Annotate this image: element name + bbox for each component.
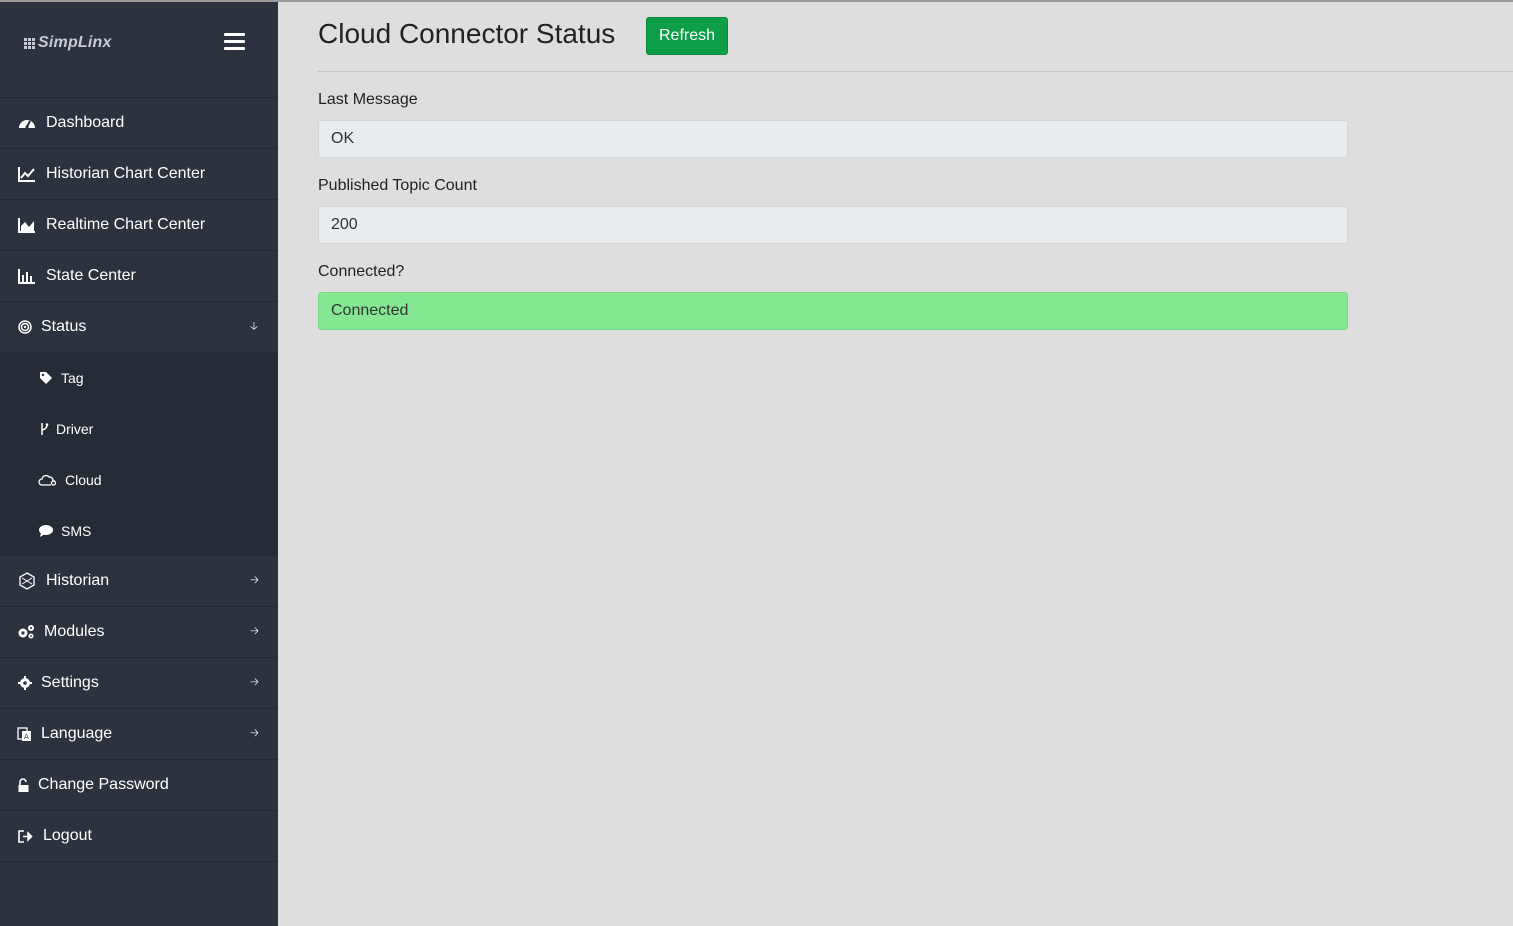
sidebar-item-modules[interactable]: Modules 🡢 xyxy=(0,607,278,658)
historian-icon xyxy=(17,571,37,591)
arrow-right-icon: 🡢 xyxy=(250,574,259,587)
menu-toggle-icon[interactable] xyxy=(224,33,245,50)
logo-grid-icon xyxy=(24,37,35,49)
status-submenu: Tag Driver Cloud SMS xyxy=(0,352,278,556)
sidebar-nav-lower: Historian 🡢 Modules 🡢 Settings 🡢 A Langu… xyxy=(0,556,278,862)
main-content: Cloud Connector Status Refresh Last Mess… xyxy=(278,2,1513,926)
sidebar-item-label: Dashboard xyxy=(46,114,125,131)
sidebar-item-label: Language xyxy=(41,725,113,742)
line-chart-icon xyxy=(17,164,37,184)
sidebar-item-label: Logout xyxy=(43,827,92,844)
sidebar: SimpLinx Dashboard Historian Chart Cente… xyxy=(0,2,278,926)
connected-label: Connected? xyxy=(318,263,405,280)
sidebar-brand: SimpLinx xyxy=(0,2,278,98)
sidebar-item-label: Change Password xyxy=(38,776,169,793)
cloud-icon xyxy=(37,471,59,489)
arrow-right-icon: 🡢 xyxy=(250,676,259,689)
sidebar-item-label: Historian Chart Center xyxy=(46,165,206,182)
sidebar-item-language[interactable]: A Language 🡢 xyxy=(0,709,278,760)
connected-status-field: Connected xyxy=(318,292,1348,330)
submenu-item-driver[interactable]: Driver xyxy=(0,403,278,454)
published-topic-count-field: 200 xyxy=(318,206,1348,244)
sidebar-item-dashboard[interactable]: Dashboard xyxy=(0,98,278,149)
sidebar-item-label: Settings xyxy=(41,674,99,691)
refresh-button[interactable]: Refresh xyxy=(646,17,728,55)
language-icon: A xyxy=(17,724,32,744)
submenu-item-cloud[interactable]: Cloud xyxy=(0,454,278,505)
arrow-down-icon: 🡣 xyxy=(250,320,258,333)
tag-icon xyxy=(37,369,55,387)
sidebar-nav: Dashboard Historian Chart Center Realtim… xyxy=(0,98,278,352)
sidebar-item-realtime-chart-center[interactable]: Realtime Chart Center xyxy=(0,200,278,251)
branch-icon xyxy=(37,420,50,438)
sidebar-item-label: Historian xyxy=(46,572,110,589)
chat-icon xyxy=(37,522,55,540)
sidebar-item-label: Modules xyxy=(44,623,105,640)
unlock-icon xyxy=(17,775,29,795)
status-icon xyxy=(17,317,32,337)
area-chart-icon xyxy=(17,215,37,235)
svg-text:A: A xyxy=(24,733,29,741)
sidebar-item-label: Realtime Chart Center xyxy=(46,216,206,233)
last-message-field: OK xyxy=(318,120,1348,158)
sidebar-item-change-password[interactable]: Change Password xyxy=(0,760,278,811)
sidebar-item-state-center[interactable]: State Center xyxy=(0,251,278,302)
sidebar-item-historian-chart-center[interactable]: Historian Chart Center xyxy=(0,149,278,200)
sidebar-item-label: State Center xyxy=(46,267,136,284)
submenu-item-sms[interactable]: SMS xyxy=(0,505,278,556)
submenu-item-label: Tag xyxy=(61,369,84,386)
arrow-right-icon: 🡢 xyxy=(250,727,259,740)
bar-chart-icon xyxy=(17,266,37,286)
arrow-right-icon: 🡢 xyxy=(250,625,259,638)
submenu-item-label: SMS xyxy=(61,522,92,539)
sidebar-item-label: Status xyxy=(41,318,87,335)
logout-icon xyxy=(17,826,33,846)
published-topic-count-label: Published Topic Count xyxy=(318,177,477,194)
logo-text: SimpLinx xyxy=(38,34,112,51)
dashboard-icon xyxy=(17,113,37,133)
cogs-icon xyxy=(17,622,35,642)
submenu-item-label: Cloud xyxy=(65,471,102,488)
sidebar-item-settings[interactable]: Settings 🡢 xyxy=(0,658,278,709)
logo: SimpLinx xyxy=(24,34,112,52)
sidebar-item-historian[interactable]: Historian 🡢 xyxy=(0,556,278,607)
submenu-item-label: Driver xyxy=(56,420,94,437)
page-title: Cloud Connector Status xyxy=(318,18,616,49)
gear-icon xyxy=(17,673,32,693)
last-message-label: Last Message xyxy=(318,91,418,108)
title-divider xyxy=(318,71,1513,72)
submenu-item-tag[interactable]: Tag xyxy=(0,352,278,403)
sidebar-item-logout[interactable]: Logout xyxy=(0,811,278,862)
sidebar-item-status[interactable]: Status 🡣 xyxy=(0,302,278,352)
